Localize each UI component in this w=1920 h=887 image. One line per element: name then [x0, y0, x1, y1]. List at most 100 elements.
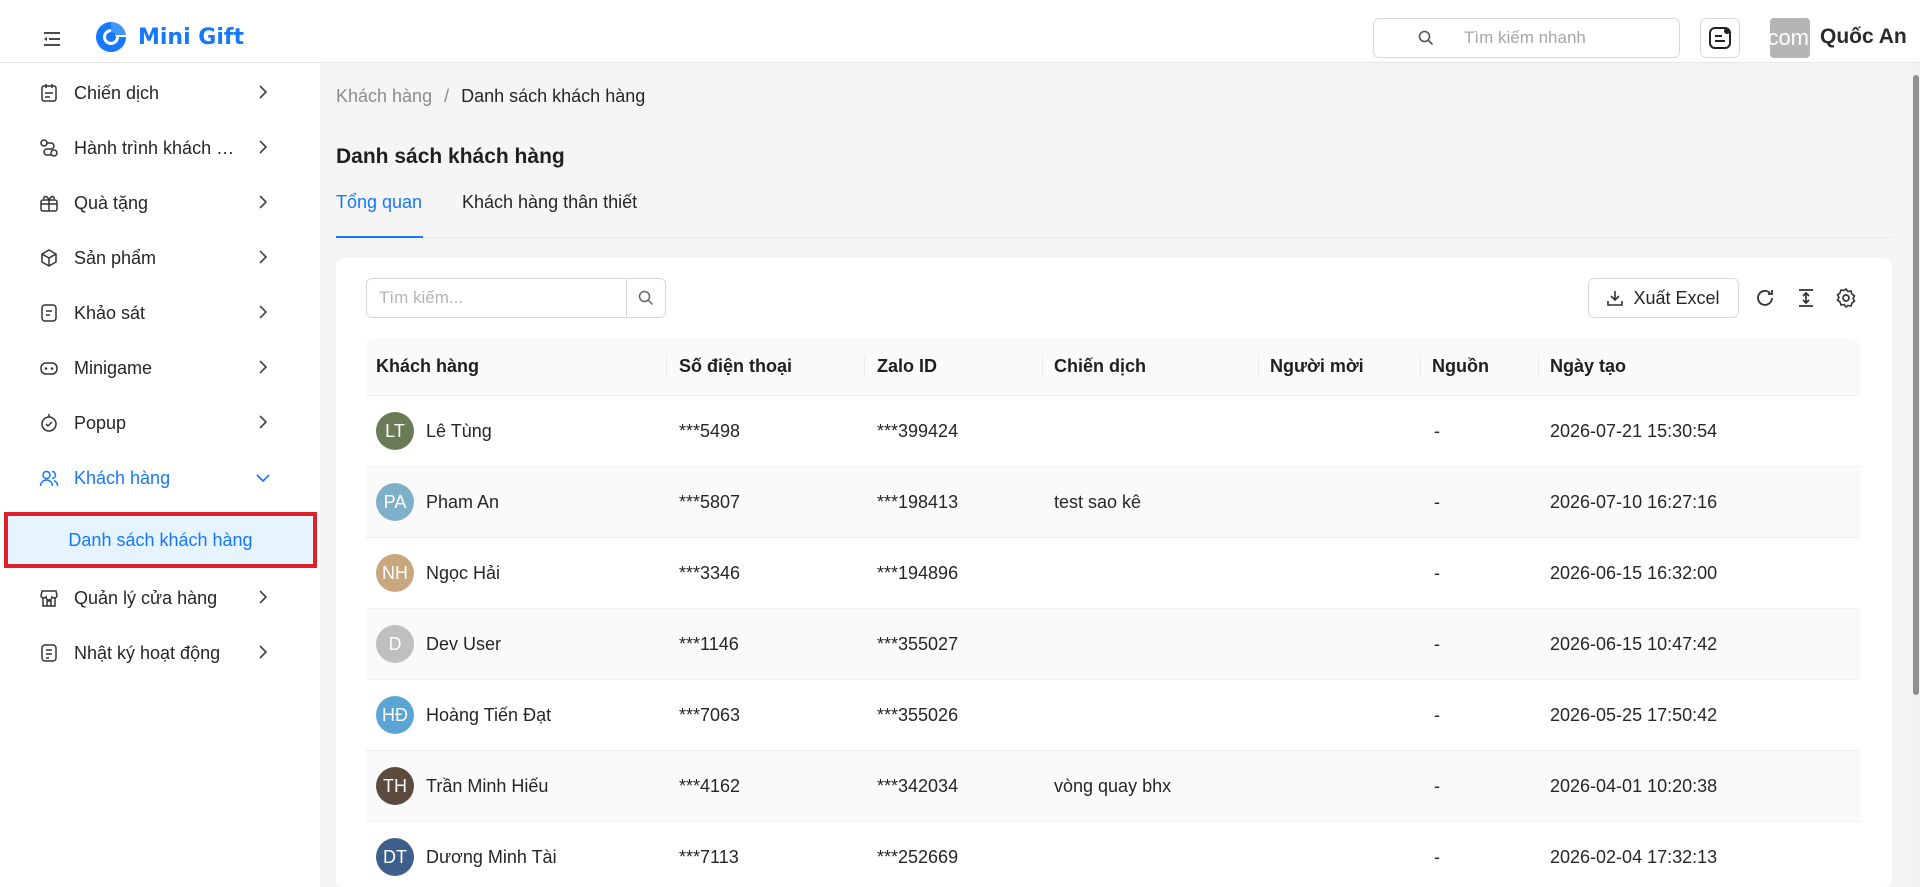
campaign-cell: test sao kê: [1054, 492, 1142, 512]
search-icon: [638, 290, 654, 306]
sidebar-item-survey[interactable]: Khảo sát: [38, 293, 268, 333]
phone-cell: ***7113: [679, 847, 739, 867]
page-title: Danh sách khách hàng: [336, 145, 565, 168]
zalo-id-cell: ***355027: [877, 634, 959, 654]
logo-icon: [96, 21, 126, 52]
chevron-right-icon: [259, 645, 268, 659]
col-header-inviter[interactable]: Người mời: [1270, 356, 1364, 377]
quick-search[interactable]: [1373, 18, 1680, 58]
table-search-input[interactable]: [367, 279, 626, 317]
notification-button[interactable]: [1700, 18, 1740, 58]
scrollbar-thumb[interactable]: [1913, 75, 1919, 695]
sidebar-item-gift[interactable]: Quà tặng: [38, 183, 268, 223]
customer-name[interactable]: Hoàng Tiến Đạt: [426, 705, 551, 726]
page-scrollbar[interactable]: [1912, 63, 1920, 887]
sidebar-item-minigame[interactable]: Minigame: [38, 348, 268, 388]
table-search-button[interactable]: [626, 279, 665, 317]
table-row[interactable]: NH Ngọc Hải ***3346 ***194896 - 2026-06-…: [366, 538, 1860, 609]
chevron-right-icon: [259, 305, 268, 319]
menu-toggle-icon[interactable]: [40, 27, 64, 51]
customer-name[interactable]: Pham An: [426, 492, 499, 513]
customer-name[interactable]: Trần Minh Hiếu: [426, 776, 548, 797]
user-avatar[interactable]: com: [1770, 18, 1810, 58]
breadcrumb-parent[interactable]: Khách hàng: [336, 86, 432, 107]
zalo-id-cell: ***399424: [877, 421, 959, 441]
store-icon: [38, 587, 60, 609]
chat-bell-icon: [1709, 27, 1731, 49]
sidebar-item-popup[interactable]: Popup: [38, 403, 268, 443]
col-header-campaign[interactable]: Chiến dịch: [1054, 356, 1146, 377]
sidebar: Chiến dịch Hành trình khách hàng Quà tặn…: [0, 63, 320, 887]
created-date-cell: 2026-06-15 16:32:00: [1550, 563, 1718, 583]
chevron-right-icon: [259, 360, 268, 374]
table-row[interactable]: PA Pham An ***5807 ***198413 test sao kê…: [366, 467, 1860, 538]
chevron-right-icon: [259, 85, 268, 99]
customer-avatar: LT: [376, 412, 414, 450]
customer-name[interactable]: Lê Tùng: [426, 421, 492, 442]
campaign-cell: vòng quay bhx: [1054, 776, 1172, 796]
table-row[interactable]: HĐ Hoàng Tiến Đạt ***7063 ***355026 - 20…: [366, 680, 1860, 751]
settings-icon[interactable]: [1835, 287, 1857, 309]
created-date-cell: 2026-07-21 15:30:54: [1550, 421, 1718, 441]
customer-name[interactable]: Dương Minh Tài: [426, 847, 557, 868]
tab-loyal-customers[interactable]: Khách hàng thân thiết: [462, 192, 637, 238]
customer-avatar: HĐ: [376, 696, 414, 734]
table-row[interactable]: DT Dương Minh Tài ***7113 ***252669 - 20…: [366, 822, 1860, 887]
table-search[interactable]: [366, 278, 666, 318]
table-row[interactable]: D Dev User ***1146 ***355027 - 2026-06-1…: [366, 609, 1860, 680]
source-cell: -: [1434, 492, 1440, 512]
zalo-id-cell: ***198413: [877, 492, 959, 512]
customer-cell: TH Trần Minh Hiếu: [376, 767, 548, 805]
sidebar-item-activity-log[interactable]: Nhật ký hoạt động: [38, 633, 268, 673]
customer-avatar: PA: [376, 483, 414, 521]
app-logo[interactable]: Mini Gift: [92, 18, 244, 56]
customer-table-card: Xuất Excel Khách hàng Số điện thoại Zalo…: [336, 258, 1892, 887]
sidebar-subitem-customer-list[interactable]: Danh sách khách hàng: [4, 512, 317, 568]
col-header-created[interactable]: Ngày tạo: [1550, 356, 1626, 377]
breadcrumb: Khách hàng / Danh sách khách hàng: [336, 86, 645, 107]
created-date-cell: 2026-07-10 16:27:16: [1550, 492, 1718, 512]
phone-cell: ***5498: [679, 421, 741, 441]
sidebar-item-campaign[interactable]: Chiến dịch: [38, 73, 268, 113]
gift-icon: [38, 192, 60, 214]
chevron-right-icon: [259, 415, 268, 429]
table-row[interactable]: LT Lê Tùng ***5498 ***399424 - 2026-07-2…: [366, 396, 1860, 467]
tab-overview[interactable]: Tổng quan: [336, 192, 423, 238]
export-excel-button[interactable]: Xuất Excel: [1588, 278, 1739, 318]
created-date-cell: 2026-06-15 10:47:42: [1550, 634, 1718, 654]
phone-cell: ***7063: [679, 705, 741, 725]
gamepad-icon: [38, 357, 60, 379]
table-row[interactable]: TH Trần Minh Hiếu ***4162 ***342034 vòng…: [366, 751, 1860, 822]
col-header-source[interactable]: Nguồn: [1432, 356, 1489, 377]
col-header-customer[interactable]: Khách hàng: [376, 356, 479, 377]
customer-cell: HĐ Hoàng Tiến Đạt: [376, 696, 551, 734]
customer-name[interactable]: Dev User: [426, 634, 501, 655]
column-height-icon[interactable]: [1795, 287, 1817, 309]
customer-cell: D Dev User: [376, 625, 501, 663]
phone-cell: ***3346: [679, 563, 741, 583]
quick-search-input[interactable]: [1464, 28, 1664, 48]
top-header: Mini Gift com Quốc An: [0, 0, 1920, 63]
created-date-cell: 2026-04-01 10:20:38: [1550, 776, 1718, 796]
search-icon: [1418, 30, 1434, 46]
journey-icon: [38, 137, 60, 159]
customer-name[interactable]: Ngọc Hải: [426, 563, 500, 584]
reload-icon[interactable]: [1754, 287, 1776, 309]
campaign-icon: [38, 82, 60, 104]
col-header-phone[interactable]: Số điện thoại: [679, 356, 792, 377]
user-name[interactable]: Quốc An: [1820, 25, 1907, 49]
chevron-right-icon: [259, 140, 268, 154]
col-header-zalo[interactable]: Zalo ID: [877, 356, 937, 377]
sidebar-item-product[interactable]: Sản phẩm: [38, 238, 268, 278]
sidebar-item-journey[interactable]: Hành trình khách hàng: [38, 128, 268, 168]
sidebar-item-store[interactable]: Quản lý cửa hàng: [38, 578, 268, 618]
breadcrumb-separator: /: [444, 86, 450, 106]
column-divider: [1420, 356, 1421, 378]
source-cell: -: [1434, 634, 1440, 654]
chevron-right-icon: [259, 250, 268, 264]
zalo-id-cell: ***342034: [877, 776, 959, 796]
column-divider: [666, 356, 667, 378]
sidebar-item-customers[interactable]: Khách hàng: [38, 458, 270, 498]
source-cell: -: [1434, 563, 1440, 583]
customer-avatar: TH: [376, 767, 414, 805]
